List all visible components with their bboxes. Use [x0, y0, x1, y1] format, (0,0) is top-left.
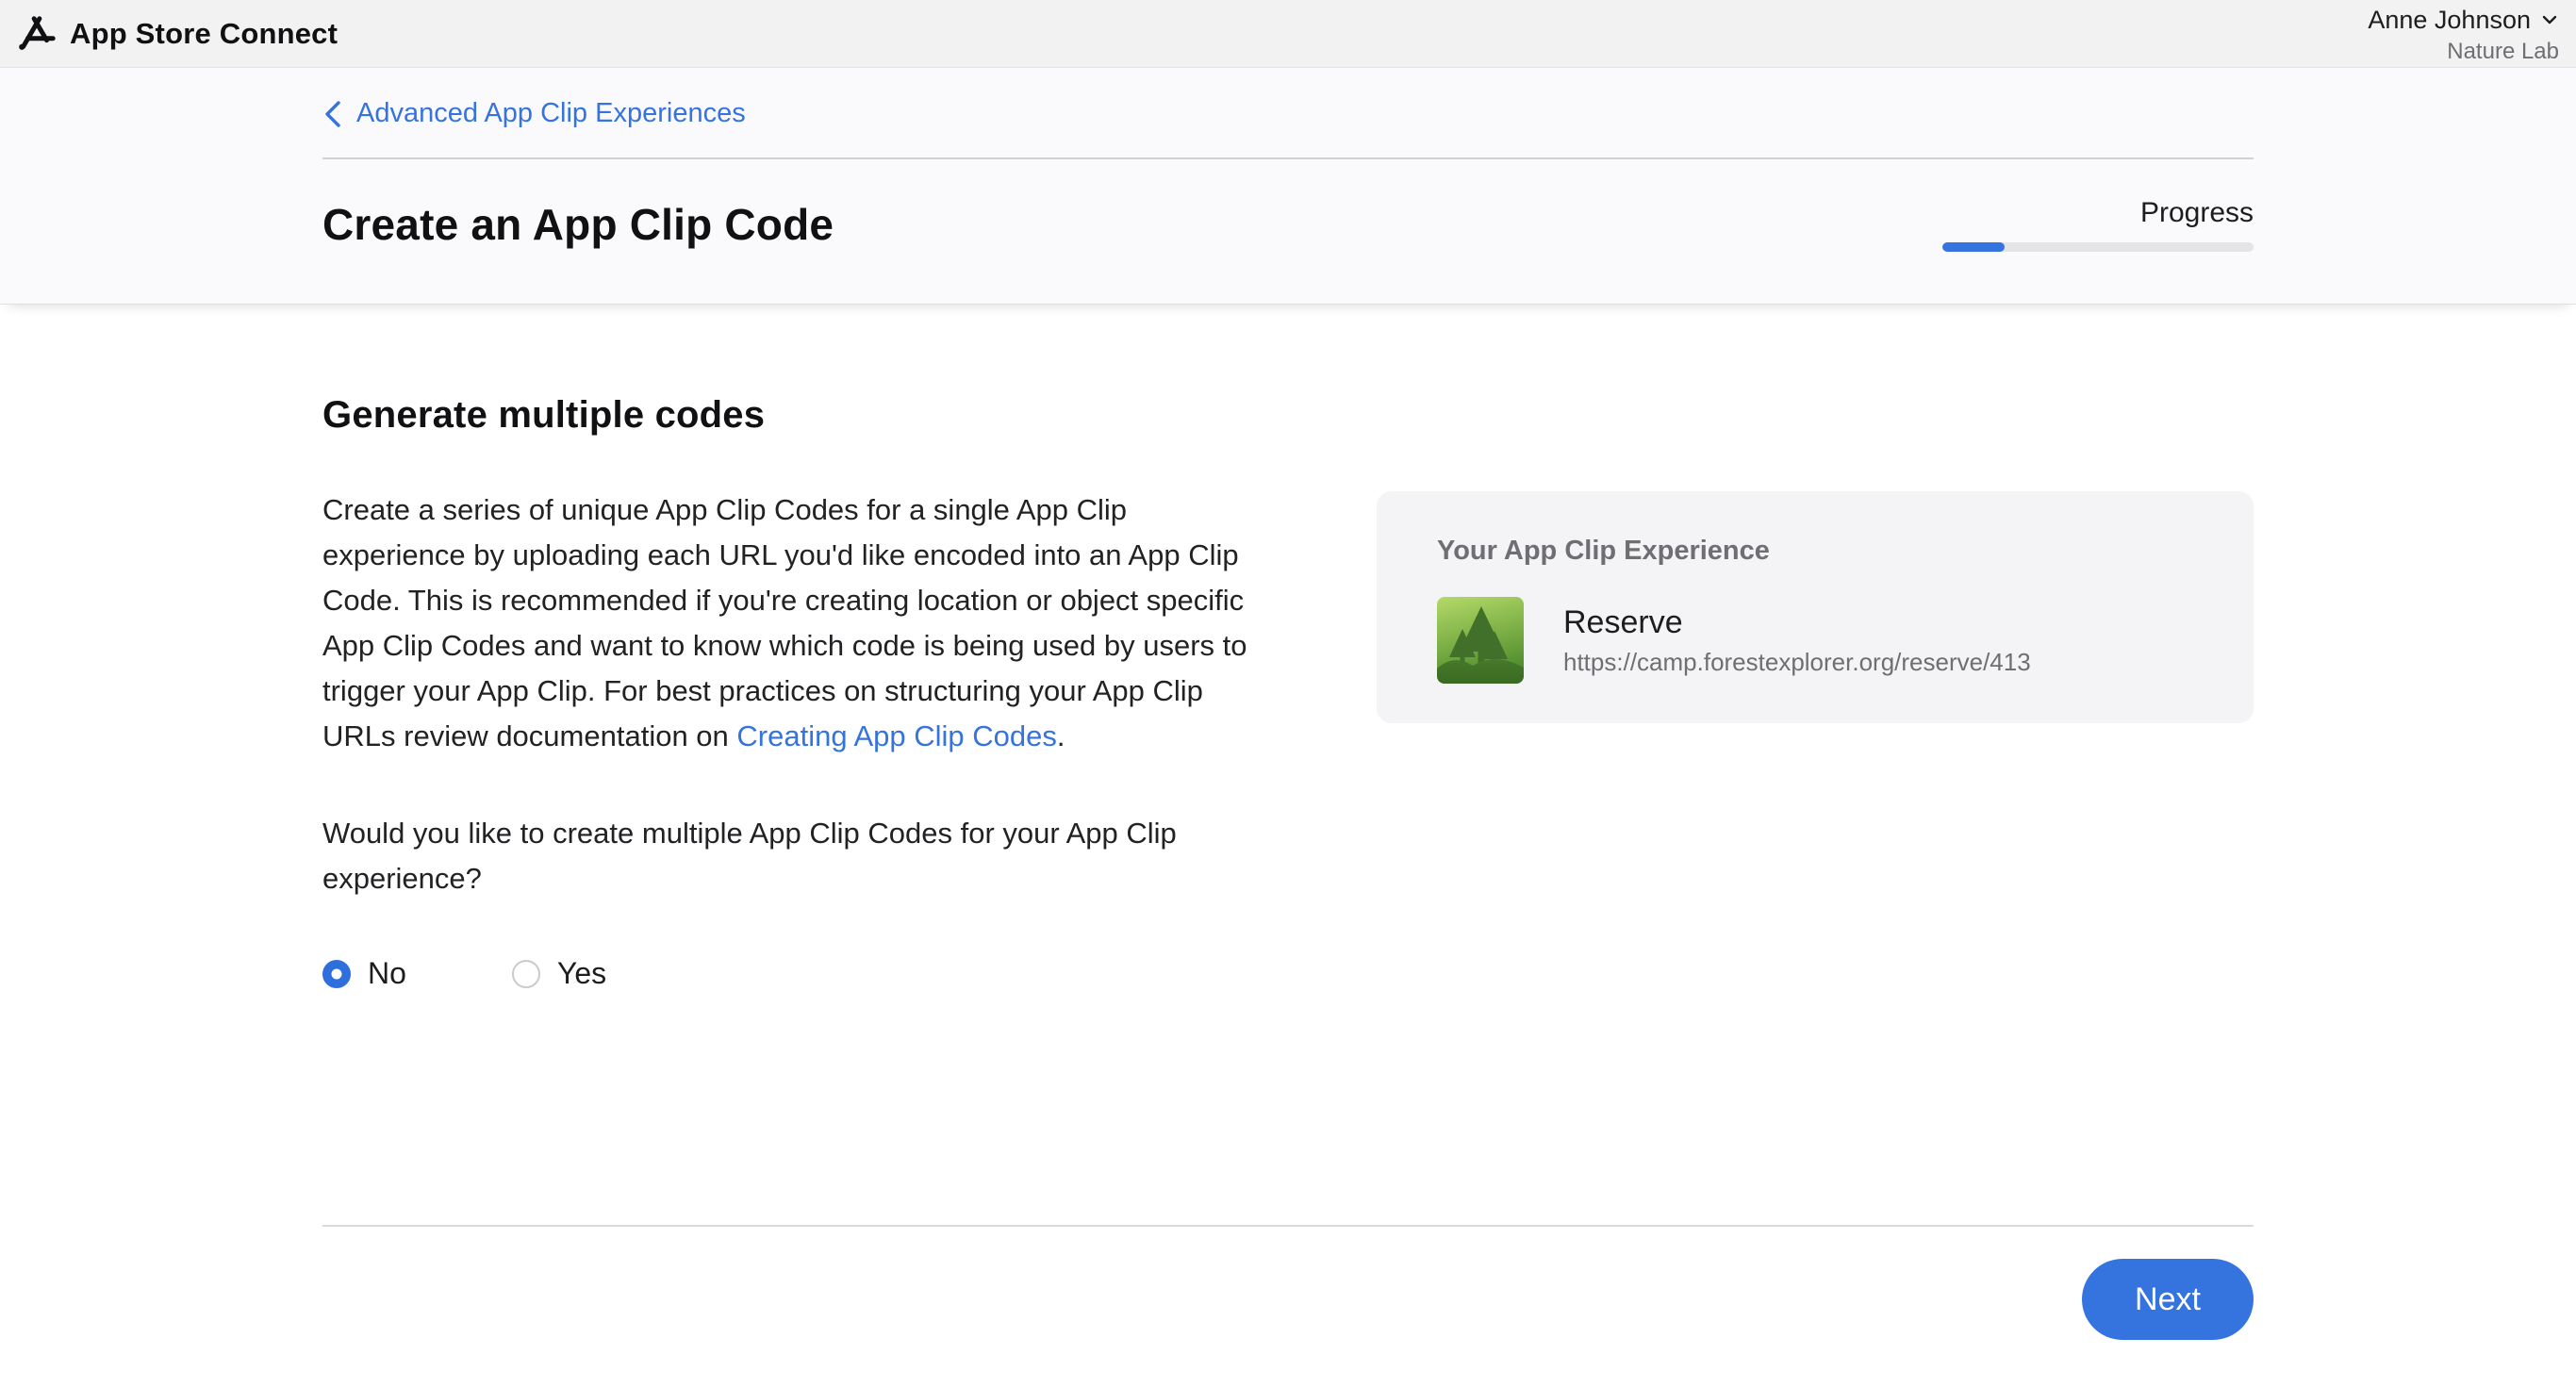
radio-label-yes: Yes — [557, 956, 606, 991]
section-title: Generate multiple codes — [322, 394, 1270, 437]
intro-text-before-link: Create a series of unique App Clip Codes… — [322, 493, 1247, 752]
user-name-row[interactable]: Anne Johnson — [2368, 4, 2559, 36]
back-link-label: Advanced App Clip Experiences — [356, 98, 746, 129]
progress-label: Progress — [1942, 197, 2254, 229]
user-name: Anne Johnson — [2368, 4, 2531, 36]
chevron-down-icon — [2540, 10, 2559, 29]
user-organization: Nature Lab — [2368, 38, 2559, 66]
back-link[interactable]: Advanced App Clip Experiences — [322, 68, 746, 129]
app-store-connect-brand: App Store Connect — [17, 14, 338, 54]
app-title: App Store Connect — [70, 17, 338, 51]
progress-bar — [1942, 242, 2254, 252]
radio-option-yes[interactable]: Yes — [512, 956, 606, 991]
footer-divider — [322, 1225, 2254, 1227]
page-header: Advanced App Clip Experiences Create an … — [0, 68, 2576, 305]
question-text: Would you like to create multiple App Cl… — [322, 811, 1270, 901]
radio-button-yes[interactable] — [512, 960, 540, 988]
app-url: https://camp.forestexplorer.org/reserve/… — [1563, 647, 2031, 677]
forest-app-icon — [1437, 597, 1524, 684]
user-menu[interactable]: Anne Johnson Nature Lab — [2368, 4, 2559, 66]
app-clip-experience-card: Your App Clip Experience — [1377, 491, 2254, 723]
app-store-connect-logo-icon — [17, 14, 57, 54]
intro-text-after-link: . — [1057, 719, 1065, 752]
intro-paragraph: Create a series of unique App Clip Codes… — [322, 487, 1270, 759]
next-button[interactable]: Next — [2082, 1259, 2254, 1340]
experience-card-title: Your App Clip Experience — [1437, 537, 2193, 565]
radio-option-no[interactable]: No — [322, 956, 406, 991]
page-title: Create an App Clip Code — [322, 199, 834, 250]
progress-block: Progress — [1942, 197, 2254, 252]
radio-button-no[interactable] — [322, 960, 351, 988]
experience-row: Reserve https://camp.forestexplorer.org/… — [1437, 597, 2193, 684]
creating-app-clip-codes-link[interactable]: Creating App Clip Codes — [736, 719, 1056, 752]
top-bar: App Store Connect Anne Johnson Nature La… — [0, 0, 2576, 68]
chevron-left-icon — [322, 100, 343, 128]
progress-fill — [1942, 242, 2005, 252]
radio-label-no: No — [368, 956, 406, 991]
radio-group: No Yes — [322, 956, 1270, 991]
app-name: Reserve — [1563, 603, 2031, 641]
